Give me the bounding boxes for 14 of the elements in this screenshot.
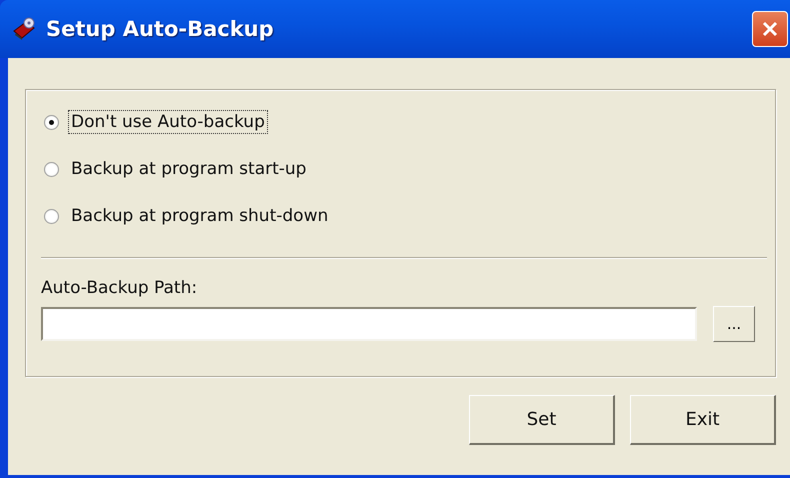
radio-label[interactable]: Backup at program shut-down [68,204,332,228]
radio-button[interactable] [44,162,59,176]
exit-button[interactable]: Exit [630,395,776,445]
radio-label[interactable]: Don't use Auto-backup [68,110,268,134]
radio-button[interactable] [44,114,59,130]
radio-button[interactable] [44,208,59,224]
browse-button[interactable]: ... [713,306,755,342]
path-label: Auto-Backup Path: [41,278,198,298]
set-button[interactable]: Set [469,395,615,445]
close-button[interactable] [752,11,788,47]
radio-label[interactable]: Backup at program start-up [68,157,310,181]
path-input-field[interactable] [41,307,697,341]
close-icon [760,19,780,39]
window-title: Setup Auto-Backup [46,17,275,41]
